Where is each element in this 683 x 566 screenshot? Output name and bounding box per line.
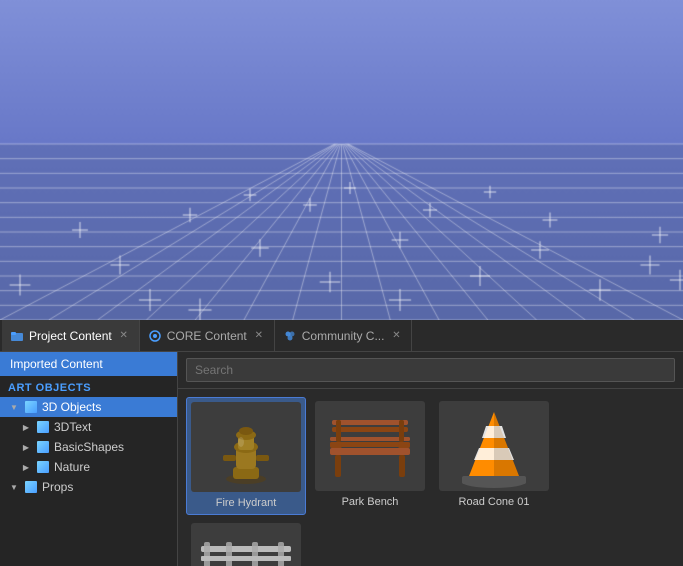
- cube-props-icon: [24, 480, 38, 494]
- fire-hydrant-thumbnail: [191, 402, 301, 492]
- fire-hydrant-label: Fire Hydrant: [216, 496, 277, 510]
- tab-community-content-close[interactable]: ✕: [389, 329, 403, 343]
- tree-item-nature[interactable]: ▶ Nature: [0, 457, 177, 477]
- list-item-road-cone[interactable]: Road Cone 01: [434, 397, 554, 515]
- tab-core-content[interactable]: CORE Content ✕: [140, 320, 275, 351]
- tree-item-3dobjects-label: 3D Objects: [42, 400, 101, 414]
- list-item-fire-hydrant[interactable]: Fire Hydrant: [186, 397, 306, 515]
- tree-item-props-label: Props: [42, 480, 73, 494]
- arrow-3dtext: ▶: [20, 421, 32, 433]
- tab-community-content[interactable]: Community C... ✕: [275, 320, 413, 351]
- tree-item-props[interactable]: ▼ Props: [0, 477, 177, 497]
- main-content: Fire Hydrant: [178, 352, 683, 566]
- tab-community-content-label: Community C...: [302, 329, 385, 343]
- cube-basicshapes-icon: [36, 440, 50, 454]
- arrow-3dobjects: ▼: [8, 401, 20, 413]
- tab-project-content[interactable]: Project Content ✕: [2, 320, 140, 351]
- street-barrier-thumbnail: [191, 523, 301, 566]
- tree-item-3dtext-label: 3DText: [54, 420, 91, 434]
- tab-core-content-close[interactable]: ✕: [252, 329, 266, 343]
- tab-project-content-label: Project Content: [29, 329, 112, 343]
- folder-icon: [10, 329, 24, 343]
- tree-item-3dobjects[interactable]: ▼ 3D Objects: [0, 397, 177, 417]
- cube-nature-icon: [36, 460, 50, 474]
- tree-item-basicshapes[interactable]: ▶ BasicShapes: [0, 437, 177, 457]
- tab-core-content-label: CORE Content: [167, 329, 247, 343]
- content-grid: Fire Hydrant: [178, 389, 683, 566]
- list-item-park-bench[interactable]: Park Bench: [310, 397, 430, 515]
- park-bench-label: Park Bench: [342, 495, 399, 509]
- arrow-props: ▼: [8, 481, 20, 493]
- arrow-basicshapes: ▶: [20, 441, 32, 453]
- core-icon: [148, 329, 162, 343]
- road-cone-label: Road Cone 01: [459, 495, 530, 509]
- search-bar: [178, 352, 683, 389]
- list-item-street-barrier[interactable]: Street Ba... Pedes...: [186, 519, 306, 566]
- park-bench-thumbnail: [315, 401, 425, 491]
- search-input[interactable]: [186, 358, 675, 382]
- tab-bar: Project Content ✕ CORE Content ✕ Communi…: [0, 320, 683, 352]
- road-cone-thumbnail: [439, 401, 549, 491]
- imported-content-button[interactable]: Imported Content: [0, 352, 177, 376]
- community-icon: [283, 329, 297, 343]
- tree-item-basicshapes-label: BasicShapes: [54, 440, 124, 454]
- art-objects-label: ART OBJECTS: [0, 376, 177, 397]
- 3d-viewport: [0, 0, 683, 320]
- bottom-panel: Imported Content ART OBJECTS ▼ 3D Object…: [0, 352, 683, 566]
- cube-3dobjects-icon: [24, 400, 38, 414]
- tab-project-content-close[interactable]: ✕: [117, 329, 131, 343]
- arrow-nature: ▶: [20, 461, 32, 473]
- tree-item-nature-label: Nature: [54, 460, 90, 474]
- tree-item-3dtext[interactable]: ▶ 3DText: [0, 417, 177, 437]
- cube-3dtext-icon: [36, 420, 50, 434]
- sidebar: Imported Content ART OBJECTS ▼ 3D Object…: [0, 352, 178, 566]
